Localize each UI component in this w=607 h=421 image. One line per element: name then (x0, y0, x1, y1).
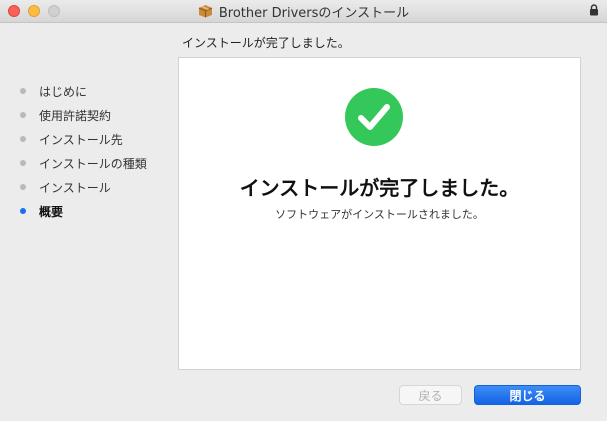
step-item-install: インストール (20, 175, 147, 199)
lock-icon (590, 4, 598, 16)
step-label: インストールの種類 (39, 156, 147, 171)
package-icon (198, 5, 213, 18)
step-bullet-active-icon (20, 208, 26, 214)
step-bullet-icon (20, 88, 26, 94)
step-label: インストール先 (39, 132, 123, 147)
step-label: はじめに (39, 84, 88, 99)
completion-title: インストールが完了しました。 (239, 176, 520, 200)
window-title: Brother Driversのインストール (218, 5, 410, 21)
step-label: 概要 (39, 204, 64, 219)
close-button[interactable]: 閉じる (474, 385, 581, 405)
step-label: 使用許諾契約 (39, 108, 112, 123)
step-bullet-icon (20, 112, 26, 118)
step-label: インストール (39, 180, 111, 195)
step-item-summary: 概要 (20, 199, 147, 223)
installer-window: Brother Driversのインストール インストールが完了しました。 はじ… (0, 0, 607, 421)
step-item-destination: インストール先 (20, 127, 147, 151)
step-item-install-type: インストールの種類 (20, 151, 147, 175)
installer-steps-sidebar: はじめに 使用許諾契約 インストール先 インストールの種類 インストール 概要 (20, 79, 147, 223)
step-bullet-icon (20, 136, 26, 142)
completion-message: ソフトウェアがインストールされました。 (275, 208, 484, 221)
window-title-group: Brother Driversのインストール (0, 0, 607, 22)
step-heading: インストールが完了しました。 (182, 36, 350, 50)
step-bullet-icon (20, 184, 26, 190)
content-panel: インストールが完了しました。 ソフトウェアがインストールされました。 (178, 57, 581, 370)
step-item-license: 使用許諾契約 (20, 103, 147, 127)
step-item-introduction: はじめに (20, 79, 147, 103)
step-bullet-icon (20, 160, 26, 166)
check-circle-icon (345, 88, 403, 146)
title-bar: Brother Driversのインストール (0, 0, 607, 23)
back-button[interactable]: 戻る (399, 385, 462, 405)
